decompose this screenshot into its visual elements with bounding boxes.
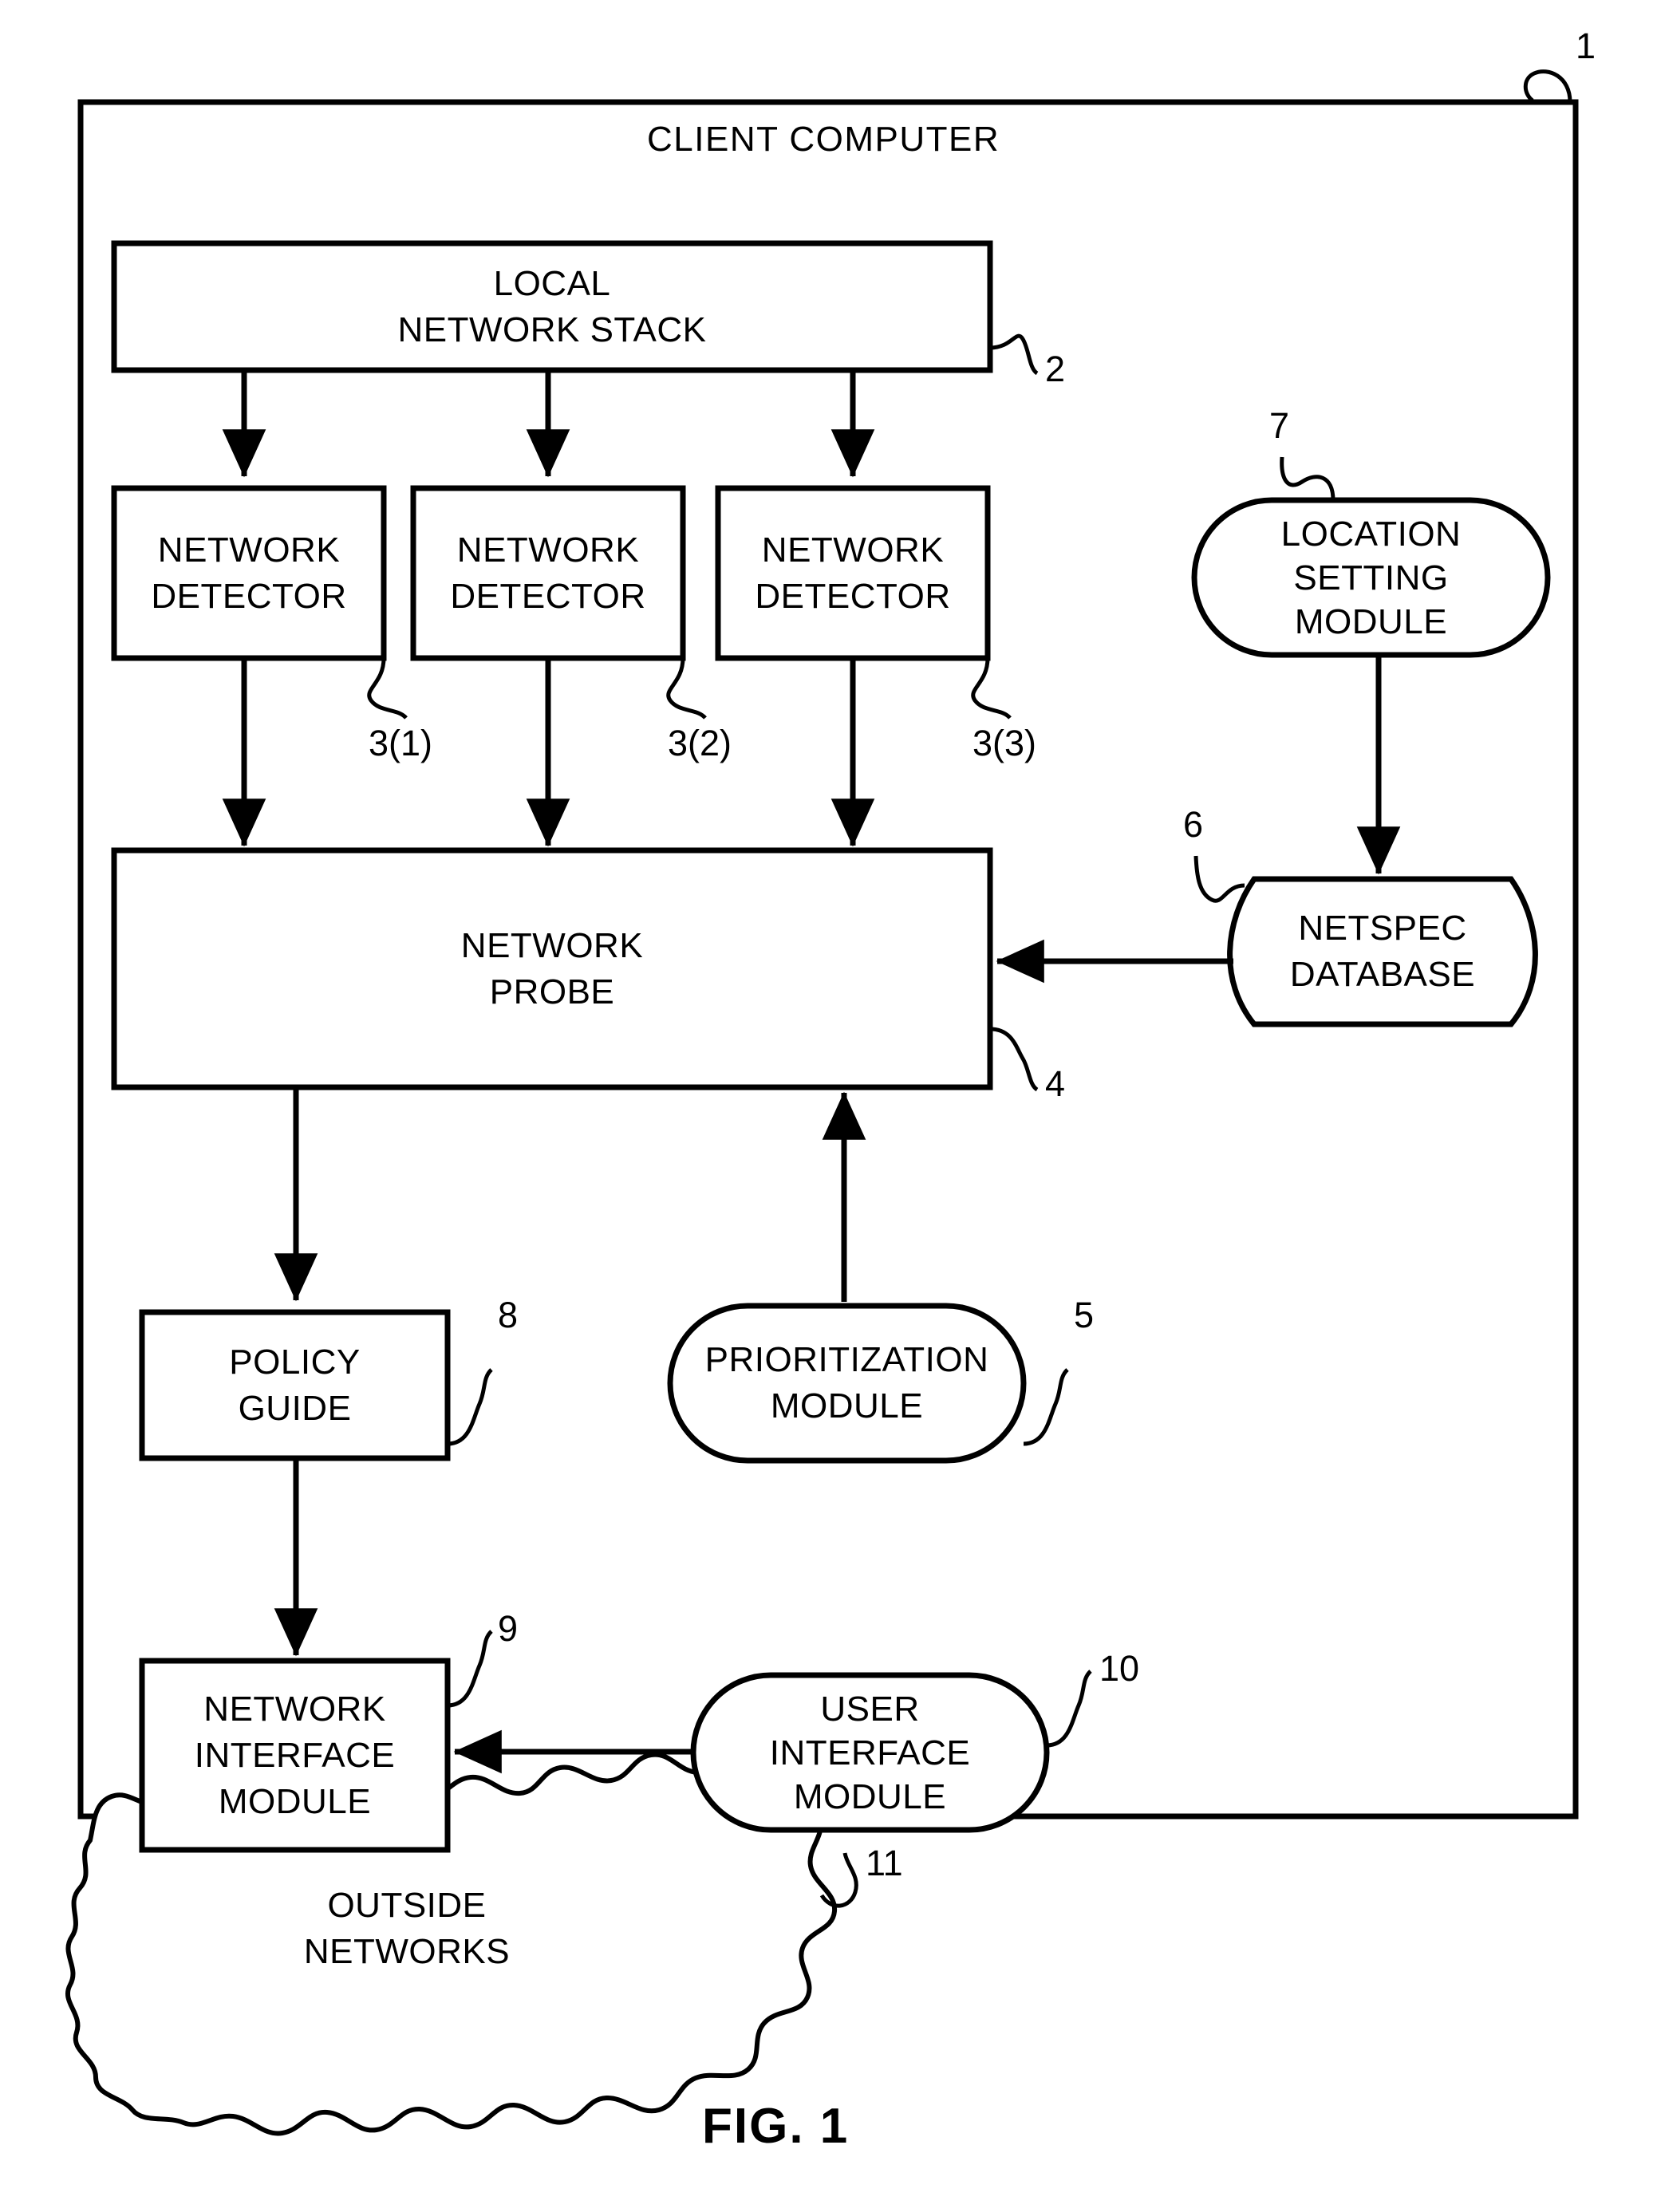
network-detector-1-box [111, 485, 387, 661]
leader-line-6 [1193, 855, 1245, 903]
ref-number-7: 7 [1269, 405, 1290, 446]
leader-line-5 [1023, 1368, 1069, 1446]
figure-caption: FIG. 1 [702, 2099, 850, 2154]
ref-number-3-3: 3(3) [973, 723, 1037, 763]
network-interface-module-box [139, 1658, 451, 1853]
leader-line-3-1 [367, 657, 408, 720]
ref-number-9: 9 [498, 1608, 519, 1649]
client-computer-title: CLIENT COMPUTER [647, 120, 1000, 159]
ref-number-11: 11 [866, 1843, 903, 1883]
leader-line-2 [989, 333, 1039, 376]
diagram-canvas [65, 69, 1579, 2136]
leader-line-9 [447, 1630, 493, 1708]
ref-number-8: 8 [498, 1295, 519, 1335]
netspec-database-shape [1227, 876, 1538, 1027]
leader-line-1 [1523, 69, 1572, 103]
leader-line-3-2 [666, 657, 707, 720]
client-computer-box [77, 99, 1579, 1820]
ref-number-5: 5 [1074, 1295, 1095, 1335]
ref-number-10: 10 [1099, 1648, 1140, 1689]
network-detector-3-box [715, 485, 991, 661]
location-setting-module-shape [1191, 497, 1551, 658]
ref-number-3-1: 3(1) [369, 723, 433, 763]
ref-number-6: 6 [1183, 804, 1204, 845]
ref-number-4: 4 [1045, 1063, 1066, 1104]
prioritization-module-shape [667, 1303, 1027, 1464]
network-probe-box [111, 847, 993, 1090]
ref-number-3-2: 3(2) [668, 723, 732, 763]
local-network-stack-box [111, 240, 993, 373]
leader-line-7 [1280, 456, 1335, 501]
patent-figure-1: CLIENT COMPUTER 1 LOCAL NETWORK STACK 2 … [0, 0, 1657, 2212]
leader-line-4 [989, 1027, 1039, 1092]
network-detector-2-box [410, 485, 686, 661]
policy-guide-box [139, 1309, 451, 1461]
leader-line-10 [1046, 1670, 1092, 1748]
leader-line-3-3 [971, 657, 1012, 720]
ref-number-1: 1 [1576, 26, 1596, 66]
ref-number-2: 2 [1045, 349, 1066, 389]
user-interface-module-shape [690, 1672, 1050, 1833]
leader-line-8 [447, 1368, 493, 1446]
